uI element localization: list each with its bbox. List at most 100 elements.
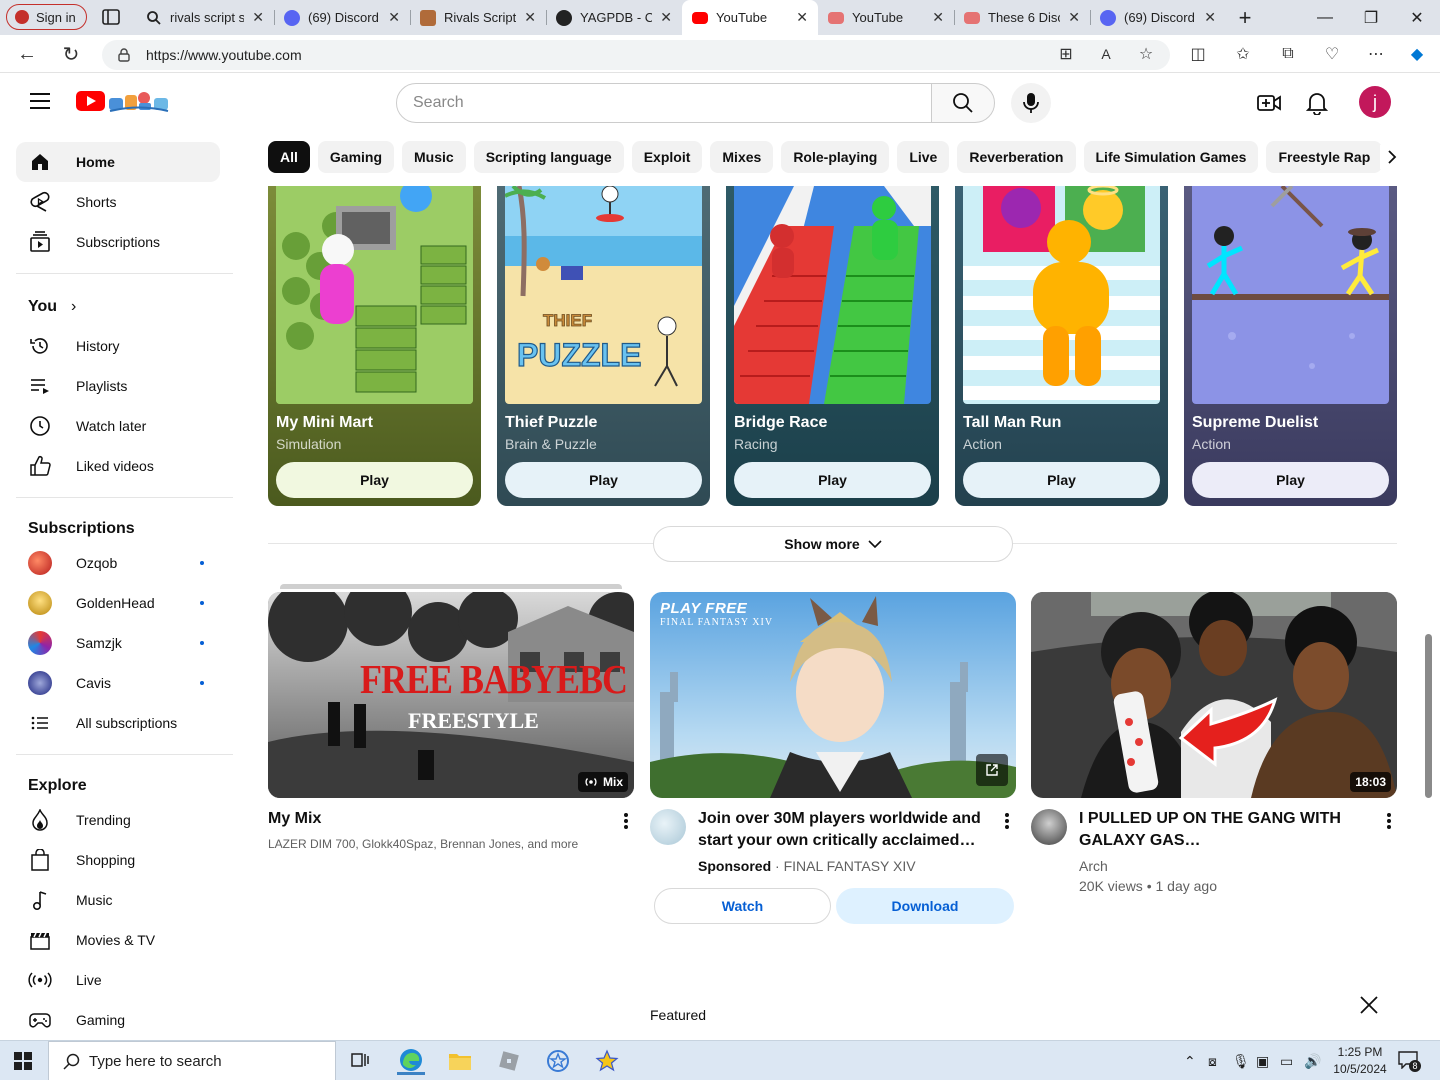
watch-button[interactable]: Watch <box>654 888 831 924</box>
game-card[interactable]: Bridge Race Racing Play <box>726 186 939 506</box>
sidebar-item-live[interactable]: Live <box>16 960 220 1000</box>
sidebar-channel[interactable]: Cavis <box>16 663 220 703</box>
restore-button[interactable]: ❐ <box>1348 0 1394 35</box>
video-title[interactable]: My Mix <box>268 808 598 830</box>
sidebar-item-playlists[interactable]: Playlists <box>16 366 220 406</box>
sidebar-item-home[interactable]: Home <box>16 142 220 182</box>
taskbar-search-input[interactable]: Type here to search <box>48 1041 336 1080</box>
browser-tab[interactable]: (69) Discord | ✕ <box>1090 0 1226 35</box>
advertiser-avatar[interactable] <box>650 809 686 845</box>
channel-avatar[interactable] <box>1031 809 1067 845</box>
browser-tab-active[interactable]: YouTube ✕ <box>682 0 818 35</box>
windows-start-icon[interactable] <box>14 1052 32 1070</box>
browser-tab[interactable]: Rivals Script (S ✕ <box>410 0 546 35</box>
collections-icon[interactable]: ⧉ <box>1278 44 1298 64</box>
close-tab-icon[interactable]: ✕ <box>1204 9 1216 26</box>
browser-tab[interactable]: YAGPDB - Con ✕ <box>546 0 682 35</box>
sidebar-item-history[interactable]: History <box>16 326 220 366</box>
channel-name[interactable]: Arch <box>1079 856 1108 876</box>
tab-actions-icon[interactable] <box>100 7 122 27</box>
browser-tab[interactable]: (69) Discord | ✕ <box>274 0 410 35</box>
more-menu-icon[interactable]: ⋯ <box>1366 44 1386 64</box>
close-tab-icon[interactable]: ✕ <box>660 9 672 26</box>
sidebar-item-shopping[interactable]: Shopping <box>16 840 220 880</box>
ad-thumbnail[interactable]: PLAY FREE FINAL FANTASY XIV <box>650 592 1016 798</box>
play-button[interactable]: Play <box>276 462 473 498</box>
close-tab-icon[interactable]: ✕ <box>796 9 808 26</box>
browser-tab[interactable]: rivals script sli ✕ <box>136 0 274 35</box>
close-tab-icon[interactable]: ✕ <box>388 9 400 26</box>
more-options-icon[interactable] <box>1387 813 1391 829</box>
browser-tab[interactable]: YouTube ✕ <box>818 0 954 35</box>
microphone-icon[interactable]: 🎙 <box>1232 1053 1250 1070</box>
video-thumbnail-my-mix[interactable]: FREE BABYEBC FREESTYLE Mix <box>268 592 634 798</box>
sidebar-channel[interactable]: Ozqob <box>16 543 220 583</box>
refresh-icon[interactable]: ↻ <box>58 42 84 66</box>
game-card[interactable]: My Mini Mart Simulation Play <box>268 186 481 506</box>
sidebar-item-music[interactable]: Music <box>16 880 220 920</box>
more-options-icon[interactable] <box>1005 813 1009 829</box>
chip-scripting-language[interactable]: Scripting language <box>473 141 624 173</box>
sidebar-you-heading[interactable]: You › <box>28 298 76 316</box>
sidebar-channel[interactable]: GoldenHead <box>16 583 220 623</box>
close-tab-icon[interactable]: ✕ <box>524 9 536 26</box>
read-aloud-icon[interactable]: A <box>1096 44 1116 64</box>
scrollbar-thumb[interactable] <box>1425 634 1432 798</box>
notifications-button[interactable]: 8 <box>1398 1051 1421 1072</box>
search-button[interactable] <box>931 83 995 123</box>
account-avatar[interactable]: j <box>1359 86 1391 118</box>
game-card[interactable]: Supreme Duelist Action Play <box>1184 186 1397 506</box>
sidebar-item-all-subscriptions[interactable]: All subscriptions <box>16 703 220 743</box>
chip-gaming[interactable]: Gaming <box>317 141 395 173</box>
chip-role-playing[interactable]: Role-playing <box>781 141 890 173</box>
chip-scroll-next-button[interactable] <box>1380 145 1404 169</box>
chip-freestyle-rap[interactable]: Freestyle Rap <box>1266 141 1383 173</box>
close-tab-icon[interactable]: ✕ <box>932 9 944 26</box>
video-thumbnail-galaxy-gas[interactable]: 18:03 <box>1031 592 1397 798</box>
play-button[interactable]: Play <box>1192 462 1389 498</box>
roblox-icon[interactable] <box>495 1047 523 1075</box>
favorites-app-icon[interactable] <box>544 1047 572 1075</box>
notifications-button[interactable] <box>1305 91 1329 115</box>
search-input[interactable]: Search <box>396 83 932 123</box>
url-field[interactable]: https://www.youtube.com <box>102 40 1170 70</box>
chevron-up-icon[interactable]: ⌃ <box>1184 1053 1196 1070</box>
edge-browser-icon[interactable] <box>397 1047 425 1075</box>
star-app-icon[interactable] <box>593 1047 621 1075</box>
show-more-button[interactable]: Show more <box>653 526 1013 562</box>
close-window-button[interactable]: ✕ <box>1394 0 1440 35</box>
network-device-icon[interactable]: ⧇ <box>1208 1053 1217 1070</box>
play-button[interactable]: Play <box>963 462 1160 498</box>
more-options-icon[interactable] <box>624 813 628 829</box>
chip-all[interactable]: All <box>268 141 310 173</box>
chip-exploit[interactable]: Exploit <box>631 141 703 173</box>
game-card[interactable]: THIEF PUZZLE Thief Puzzle Brain & Puzzle… <box>497 186 710 506</box>
task-view-icon[interactable] <box>346 1047 374 1075</box>
battery-icon[interactable]: ▭ <box>1280 1053 1293 1070</box>
app-available-icon[interactable]: ⊞ <box>1056 44 1076 64</box>
copilot-icon[interactable]: ◆ <box>1407 44 1427 64</box>
back-arrow-icon[interactable]: ← <box>14 42 40 66</box>
voice-search-button[interactable] <box>1011 83 1051 123</box>
chip-life-simulation-games[interactable]: Life Simulation Games <box>1083 141 1259 173</box>
game-card[interactable]: Tall Man Run Action Play <box>955 186 1168 506</box>
minimize-button[interactable]: — <box>1302 0 1348 35</box>
create-video-button[interactable] <box>1257 91 1281 115</box>
taskbar-clock[interactable]: 1:25 PM 10/5/2024 <box>1328 1044 1392 1078</box>
close-icon[interactable] <box>1358 994 1380 1016</box>
external-link-icon[interactable] <box>976 754 1008 786</box>
sidebar-channel[interactable]: Samzjk <box>16 623 220 663</box>
browser-essentials-icon[interactable]: ♡ <box>1322 44 1342 64</box>
new-tab-button[interactable]: + <box>1222 0 1268 35</box>
close-tab-icon[interactable]: ✕ <box>252 9 264 26</box>
favorites-icon[interactable]: ✩ <box>1233 44 1253 64</box>
sidebar-item-subscriptions[interactable]: Subscriptions <box>16 222 220 262</box>
hamburger-menu-icon[interactable] <box>30 93 50 109</box>
play-button[interactable]: Play <box>734 462 931 498</box>
sidebar-item-trending[interactable]: Trending <box>16 800 220 840</box>
close-tab-icon[interactable]: ✕ <box>1068 9 1080 26</box>
sidebar-item-liked-videos[interactable]: Liked videos <box>16 446 220 486</box>
sidebar-item-gaming[interactable]: Gaming <box>16 1000 220 1038</box>
split-screen-icon[interactable]: ◫ <box>1188 44 1208 64</box>
sidebar-item-watch-later[interactable]: Watch later <box>16 406 220 446</box>
